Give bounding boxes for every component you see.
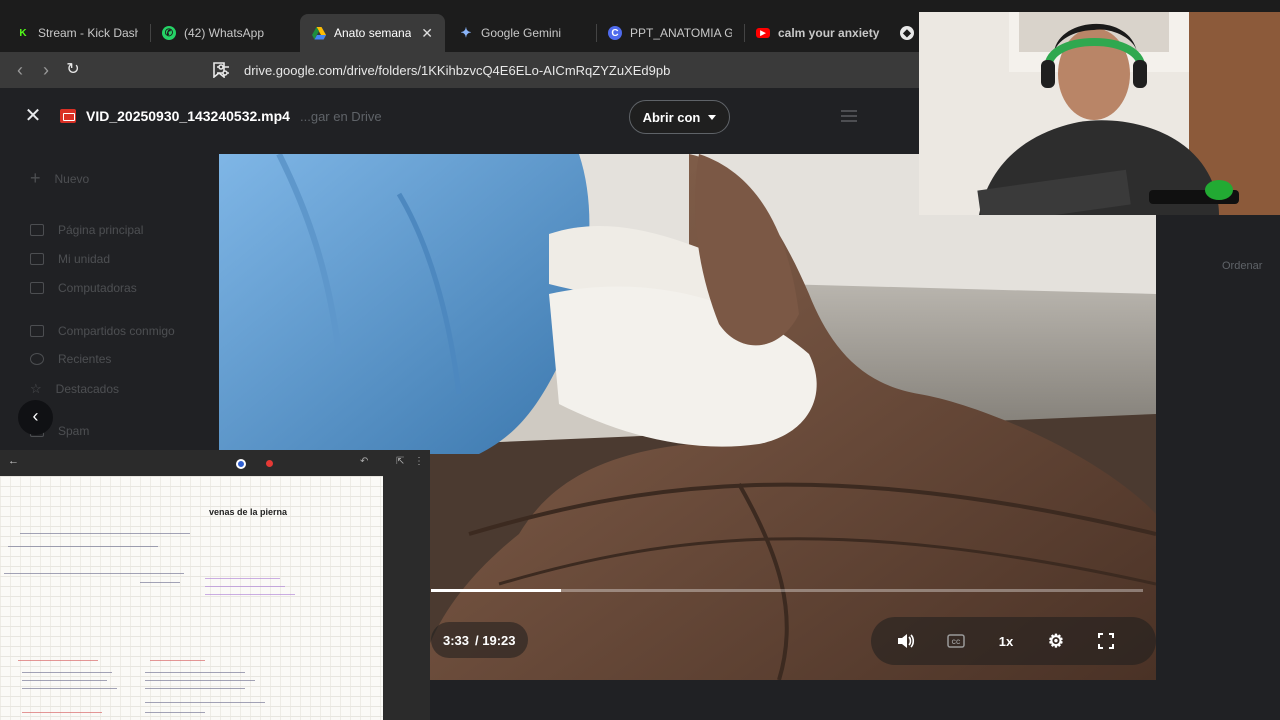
volume-button[interactable] <box>894 629 918 653</box>
computer-icon <box>30 282 44 294</box>
player-controls: CC 1x ⚙ <box>871 617 1156 665</box>
webcam-overlay <box>919 12 1280 215</box>
tab-google-drive[interactable]: Anato semana 6 - ✕ <box>300 14 445 52</box>
previous-file-button[interactable]: ‹ <box>18 400 53 435</box>
tab-title: Stream - Kick Dashbo <box>38 26 138 40</box>
speed-label: 1x <box>998 633 1014 649</box>
video-file-icon <box>60 109 76 123</box>
notes-toolbar: ← ↶ ⇱ ⋮ <box>0 450 430 476</box>
playback-speed-button[interactable]: 1x <box>994 629 1018 653</box>
reload-button[interactable]: ↻ <box>61 58 85 82</box>
undo-icon[interactable]: ↶ <box>360 456 368 467</box>
sidebar-item-label: Compartidos conmigo <box>58 324 175 338</box>
star-icon: ☆ <box>30 381 42 396</box>
sidebar-item-label: Página principal <box>58 223 144 237</box>
video-progress-fill <box>431 589 562 592</box>
tab-overflow[interactable]: ◆ <box>894 14 920 52</box>
tab-youtube[interactable]: ▶ calm your anxiety - Y <box>744 14 894 52</box>
new-button-label: Nuevo <box>54 171 90 186</box>
canva-icon: C <box>608 26 622 40</box>
sidebar-item-label: Destacados <box>55 382 120 396</box>
site-settings-icon[interactable] <box>216 63 230 77</box>
back-arrow-icon[interactable]: ← <box>8 455 19 467</box>
tab-whatsapp[interactable]: ✆ (42) WhatsApp <box>150 14 300 52</box>
tab-title: Anato semana 6 - <box>334 26 412 40</box>
tab-google-gemini[interactable]: ✦ Google Gemini <box>447 14 595 52</box>
sidebar-item-label: Spam <box>58 424 90 438</box>
sidebar-item-shared[interactable]: Compartidos conmigo <box>30 324 175 338</box>
open-with-button[interactable]: Abrir con <box>629 100 730 134</box>
open-with-label: Abrir con <box>642 109 701 125</box>
tab-title: calm your anxiety - Y <box>778 26 882 40</box>
duration: / 19:23 <box>475 632 516 648</box>
sidebar-item-label: Mi unidad <box>58 252 111 266</box>
share-icon[interactable]: ⇱ <box>396 456 404 467</box>
more-options-icon[interactable]: ⋮ <box>414 456 424 467</box>
sidebar-item-label: Computadoras <box>58 281 137 295</box>
time-display: 3:33 / 19:23 <box>431 622 528 658</box>
tab-title: (42) WhatsApp <box>184 26 265 40</box>
extension-icon: ◆ <box>900 26 914 40</box>
captions-icon: CC <box>947 634 965 648</box>
webcam-feed <box>919 12 1280 215</box>
sidebar-item-computers[interactable]: Computadoras <box>30 281 137 295</box>
url-text: drive.google.com/drive/folders/1KKihbzvc… <box>244 62 671 78</box>
tab-kick-dashboard[interactable]: K Stream - Kick Dashbo <box>4 14 150 52</box>
close-viewer-button[interactable]: ✕ <box>22 105 44 127</box>
sidebar-item-my-drive[interactable]: Mi unidad <box>30 252 110 266</box>
people-icon <box>30 325 44 337</box>
notes-title: venas de la pierna <box>209 507 288 517</box>
color-blue-swatch[interactable] <box>236 459 246 469</box>
volume-icon <box>898 634 915 648</box>
color-red-swatch[interactable] <box>266 460 273 467</box>
video-progress-bar[interactable] <box>431 589 1143 592</box>
gemini-icon: ✦ <box>460 25 472 40</box>
fullscreen-button[interactable] <box>1094 629 1118 653</box>
kick-icon: K <box>19 27 27 39</box>
sidebar-item-recent[interactable]: Recientes <box>30 352 111 366</box>
back-button[interactable]: ‹ <box>8 58 32 82</box>
sidebar-item-starred[interactable]: ☆ Destacados <box>30 381 119 397</box>
youtube-icon: ▶ <box>756 28 770 38</box>
gear-icon: ⚙ <box>1047 630 1065 651</box>
current-time: 3:33 <box>443 632 470 648</box>
clock-icon <box>30 353 44 365</box>
fullscreen-icon <box>1098 633 1114 649</box>
notes-page: venas de la pierna <box>0 476 383 720</box>
dropdown-caret-icon <box>708 114 717 120</box>
tab-ppt-anatomia[interactable]: C PPT_ANATOMIA GENI <box>596 14 744 52</box>
captions-button[interactable]: CC <box>944 629 968 653</box>
google-drive-icon <box>312 26 326 40</box>
chevron-left-icon: ‹ <box>32 406 39 426</box>
new-button[interactable]: + Nuevo <box>30 168 89 189</box>
sidebar-item-label: Recientes <box>58 352 112 366</box>
drive-ghost-text: ...gar en Drive <box>300 109 382 124</box>
close-tab-icon[interactable]: ✕ <box>421 25 433 42</box>
sidebar-item-home[interactable]: Página principal <box>30 223 143 237</box>
tab-title: Google Gemini <box>481 26 562 40</box>
sort-hint: Ordenar <box>1222 260 1263 272</box>
settings-button[interactable]: ⚙ <box>1044 629 1068 653</box>
details-icon[interactable] <box>840 108 858 124</box>
address-bar[interactable]: drive.google.com/drive/folders/1KKihbzvc… <box>204 56 904 84</box>
file-name: VID_20250930_143240532.mp4 <box>86 108 290 124</box>
forward-button[interactable]: › <box>34 58 58 82</box>
svg-text:CC: CC <box>952 640 961 646</box>
tab-title: PPT_ANATOMIA GENI <box>630 26 732 40</box>
drive-icon <box>30 253 44 265</box>
whatsapp-icon: ✆ <box>162 26 176 40</box>
home-icon <box>30 224 44 236</box>
notes-app-overlay: ← ↶ ⇱ ⋮ venas de la pierna <box>0 450 430 720</box>
